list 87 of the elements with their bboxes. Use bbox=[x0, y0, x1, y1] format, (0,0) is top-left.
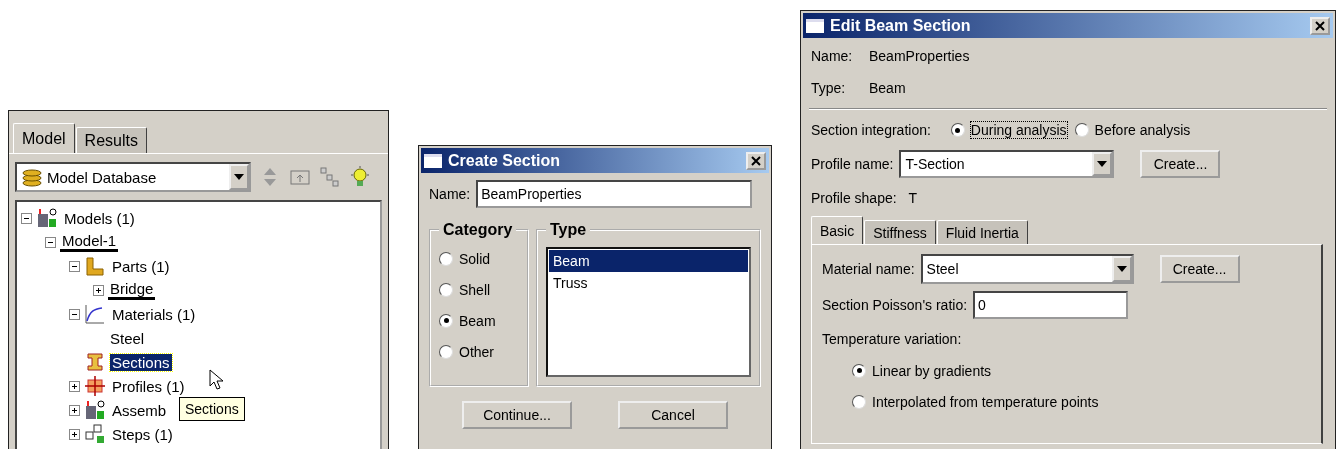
collapse-toggle[interactable] bbox=[69, 260, 80, 272]
radio-label[interactable]: Before analysis bbox=[1094, 122, 1191, 138]
radio-button[interactable] bbox=[1074, 123, 1089, 137]
radio-label[interactable]: Beam bbox=[459, 312, 496, 329]
tree-item[interactable]: Steel bbox=[108, 329, 147, 347]
tree-item[interactable]: Parts (1) bbox=[110, 257, 172, 275]
tree-item[interactable]: Model-1 bbox=[60, 232, 119, 252]
tree-item[interactable]: Steps (1) bbox=[110, 425, 175, 443]
close-button[interactable] bbox=[746, 151, 766, 170]
dropdown-arrow-icon bbox=[1115, 265, 1128, 273]
field-label: Section integration: bbox=[811, 122, 931, 138]
info-value: Beam bbox=[869, 80, 906, 96]
continue-button[interactable]: Continue... bbox=[462, 401, 572, 429]
cancel-button[interactable]: Cancel bbox=[618, 401, 728, 429]
database-dropdown[interactable]: Model Database bbox=[15, 162, 251, 192]
field-label: Temperature variation: bbox=[822, 331, 962, 347]
dialog-title: Create Section bbox=[448, 151, 562, 170]
field-value: T bbox=[908, 190, 918, 206]
close-button[interactable] bbox=[1310, 16, 1330, 35]
tab[interactable]: Results bbox=[75, 127, 147, 153]
profile-dropdown[interactable]: T-Section bbox=[899, 150, 1115, 178]
field-label: Material name: bbox=[822, 261, 915, 277]
tree-item[interactable]: Models (1) bbox=[62, 209, 137, 227]
hierarchy-icon bbox=[319, 166, 341, 188]
tab[interactable]: Model bbox=[13, 123, 75, 153]
field-label: Name: bbox=[429, 186, 471, 202]
l-shape-icon bbox=[84, 255, 106, 277]
dropdown-arrow-icon bbox=[1096, 160, 1109, 168]
field-label: Profile shape: bbox=[811, 190, 897, 206]
group-title: Type bbox=[549, 221, 588, 239]
create-button[interactable]: Create... bbox=[1140, 150, 1221, 178]
close-icon bbox=[751, 155, 761, 166]
radio-button[interactable] bbox=[439, 344, 453, 359]
group-title: Category bbox=[442, 221, 514, 239]
info-value: BeamProperties bbox=[869, 48, 970, 64]
expand-toggle[interactable] bbox=[93, 284, 104, 296]
mouse-cursor-icon bbox=[209, 369, 225, 391]
tab[interactable]: Stiffness bbox=[864, 220, 936, 244]
radio-button[interactable] bbox=[852, 394, 866, 409]
radio-button[interactable] bbox=[439, 313, 453, 328]
material-dropdown[interactable]: Steel bbox=[920, 254, 1134, 284]
tab[interactable]: Basic bbox=[811, 216, 864, 244]
field-label: Profile name: bbox=[811, 156, 894, 172]
radio-button[interactable] bbox=[852, 363, 866, 378]
tab[interactable]: Fluid Inertia bbox=[936, 220, 1028, 244]
radio-button[interactable] bbox=[439, 282, 453, 297]
tree-item[interactable]: Sections bbox=[110, 353, 172, 371]
window-icon bbox=[806, 18, 824, 33]
radio-label[interactable]: Interpolated from temperature points bbox=[872, 393, 1099, 410]
radio-label[interactable]: Other bbox=[459, 343, 494, 360]
radio-label[interactable]: Shell bbox=[459, 281, 491, 298]
expand-toggle[interactable] bbox=[69, 380, 80, 392]
info-label: Name: bbox=[811, 48, 854, 64]
info-label: Type: bbox=[811, 80, 847, 96]
stress-strain-icon bbox=[84, 303, 106, 325]
window-icon bbox=[424, 153, 442, 168]
tree-item[interactable]: Materials (1) bbox=[110, 305, 198, 323]
radio-button[interactable] bbox=[950, 123, 965, 137]
dialog-title: Edit Beam Section bbox=[830, 16, 972, 35]
field-label: Section Poisson's ratio: bbox=[822, 297, 968, 313]
building-icon bbox=[84, 399, 106, 421]
poisson-ratio-field[interactable]: 0 bbox=[973, 291, 1129, 319]
create-button[interactable]: Create... bbox=[1159, 255, 1240, 283]
tree-item[interactable]: Assemb bbox=[110, 401, 169, 419]
crosshair-profile-icon bbox=[84, 375, 106, 397]
list-item[interactable]: Truss bbox=[549, 272, 748, 294]
tree-item[interactable]: Profiles (1) bbox=[110, 377, 187, 395]
tree-item[interactable]: Bridge bbox=[108, 280, 156, 300]
close-icon bbox=[1315, 20, 1325, 31]
collapse-toggle[interactable] bbox=[69, 308, 80, 320]
collapse-toggle[interactable] bbox=[45, 236, 56, 248]
list-item[interactable]: Beam bbox=[549, 250, 748, 272]
name-field[interactable]: BeamProperties bbox=[476, 180, 753, 208]
expand-toggle[interactable] bbox=[69, 428, 80, 440]
collapse-toggle[interactable] bbox=[21, 212, 32, 224]
dropdown-arrow-icon bbox=[233, 173, 245, 181]
i-beam-icon bbox=[84, 351, 106, 373]
tooltip: Sections bbox=[179, 397, 245, 421]
lightbulb-icon bbox=[349, 166, 371, 188]
radio-label[interactable]: Solid bbox=[459, 250, 491, 267]
flow-steps-icon bbox=[84, 423, 106, 445]
radio-button[interactable] bbox=[439, 251, 453, 266]
building-icon bbox=[36, 207, 58, 229]
radio-label[interactable]: Linear by gradients bbox=[872, 362, 992, 379]
expand-toggle[interactable] bbox=[69, 404, 80, 416]
database-icon bbox=[21, 166, 43, 188]
radio-label[interactable]: During analysis bbox=[970, 122, 1067, 138]
